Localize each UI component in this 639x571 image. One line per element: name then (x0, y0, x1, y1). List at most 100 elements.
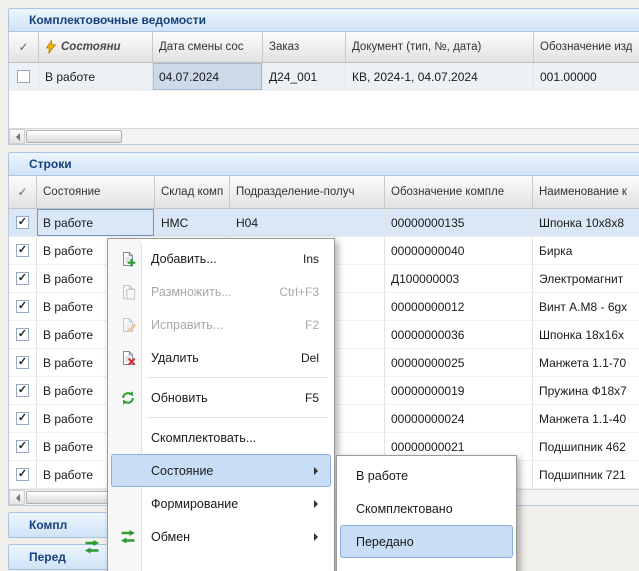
column-header-doc[interactable]: Документ (тип, №, дата) (346, 32, 534, 62)
menu-item-add[interactable]: Добавить...Ins (111, 242, 331, 275)
table-row[interactable]: В работе04.07.2024Д24_001КВ, 2024-1, 04.… (9, 63, 639, 91)
cell-code[interactable]: 00000000040 (385, 237, 533, 264)
submenu-arrow-icon (314, 533, 322, 541)
cell-check (9, 349, 37, 376)
column-header-name[interactable]: Наименование к (533, 176, 639, 208)
panel-komplekt-title: Компл (29, 518, 67, 532)
cell-check (9, 405, 37, 432)
cell-order[interactable]: Д24_001 (263, 63, 346, 90)
cell-code[interactable]: 00000000019 (385, 377, 533, 404)
cell-state[interactable]: В работе (37, 209, 155, 236)
menu-item-label: Размножить... (151, 285, 232, 299)
pick-lists-title: Комплектовочные ведомости (29, 13, 206, 27)
row-checkbox[interactable] (16, 412, 29, 425)
row-checkbox[interactable] (16, 468, 29, 481)
cell-check (9, 321, 37, 348)
exchange-icon (84, 539, 100, 560)
column-header-code[interactable]: Обозначение компле (385, 176, 533, 208)
menu-item-edit[interactable]: Исправить...F2 (111, 308, 331, 341)
cell-name[interactable]: Электромагнит (533, 265, 639, 292)
column-header-label: ✓ (17, 185, 27, 199)
column-header-date[interactable]: Дата смены сос (153, 32, 263, 62)
column-header-check[interactable]: ✓ (9, 32, 39, 62)
cell-wh[interactable]: НМС (155, 209, 230, 236)
pick-lists-grid-body[interactable]: В работе04.07.2024Д24_001КВ, 2024-1, 04.… (9, 63, 639, 128)
cell-code[interactable]: 00000000024 (385, 405, 533, 432)
cell-check (9, 433, 37, 460)
pick-lists-panel-header[interactable]: Комплектовочные ведомости (8, 8, 639, 32)
menu-item-state[interactable]: Состояние (111, 454, 331, 487)
menu-item-shortcut: Del (287, 351, 319, 365)
menu-item-exchange[interactable]: Обмен (111, 520, 331, 553)
row-checkbox[interactable] (16, 300, 29, 313)
menu-item-label: Скомплектовано (356, 502, 453, 516)
cell-name[interactable]: Манжета 1.1-40 (533, 405, 639, 432)
cell-name[interactable]: Шпонка 10х8х8 (533, 209, 639, 236)
cell-code[interactable]: 00000000012 (385, 293, 533, 320)
cell-prod[interactable]: 001.00000 (534, 63, 639, 90)
cell-name[interactable]: Бирка (533, 237, 639, 264)
menu-item-duplicate[interactable]: Размножить... Ctrl+F3 (111, 275, 331, 308)
menu-item-formation[interactable]: Формирование (111, 487, 331, 520)
cell-doc[interactable]: КВ, 2024-1, 04.07.2024 (346, 63, 534, 90)
cell-name[interactable]: Манжета 1.1-70 (533, 349, 639, 376)
table-row[interactable]: В работеНМСН0400000000135Шпонка 10х8х8 (9, 209, 639, 237)
cell-name[interactable]: Подшипник 721 (533, 461, 639, 488)
menu-item-delete[interactable]: УдалитьDel (111, 341, 331, 374)
refresh-icon (119, 389, 137, 407)
cell-code[interactable]: 00000000036 (385, 321, 533, 348)
panel-pick-lists: Комплектовочные ведомости ✓Состояни Дата … (8, 8, 639, 145)
submenu-arrow-icon (314, 467, 322, 475)
lines-panel-header[interactable]: Строки (8, 152, 639, 176)
row-checkbox[interactable] (16, 272, 29, 285)
column-header-prod[interactable]: Обозначение изд (534, 32, 639, 62)
duplicate-document-icon (119, 283, 137, 301)
column-header-state[interactable]: Состояни (39, 32, 153, 62)
cell-code[interactable]: Д100000003 (385, 265, 533, 292)
column-header-check[interactable]: ✓ (9, 176, 37, 208)
app-window: Комплектовочные ведомости ✓СостояниДата … (0, 0, 639, 571)
row-checkbox[interactable] (16, 328, 29, 341)
menu-item-label: Формирование (151, 497, 238, 511)
cell-name[interactable]: Подшипник 462 (533, 433, 639, 460)
cell-code[interactable]: 00000000135 (385, 209, 533, 236)
pick-lists-hscrollbar[interactable] (9, 128, 639, 144)
submenu-item-assembled[interactable]: Скомплектовано (340, 492, 513, 525)
submenu-item-in-progress[interactable]: В работе (340, 459, 513, 492)
scroll-thumb[interactable] (26, 130, 122, 143)
row-checkbox[interactable] (16, 384, 29, 397)
row-checkbox[interactable] (16, 244, 29, 257)
row-checkbox[interactable] (17, 70, 30, 83)
cell-name[interactable]: Винт А.М8 - 6gх (533, 293, 639, 320)
menu-separator (147, 374, 331, 381)
scroll-left-button[interactable] (9, 490, 25, 505)
cell-state[interactable]: В работе (39, 63, 153, 90)
cell-check (9, 377, 37, 404)
menu-item-assemble[interactable]: Скомплектовать... (111, 421, 331, 454)
row-checkbox[interactable] (16, 356, 29, 369)
cell-dept[interactable]: Н04 (230, 209, 385, 236)
cell-check (9, 293, 37, 320)
menu-item-shortcut: Ctrl+F3 (265, 285, 319, 299)
row-checkbox[interactable] (16, 216, 29, 229)
column-header-dept[interactable]: Подразделение-получ (230, 176, 385, 208)
column-header-state[interactable]: Состояние (37, 176, 155, 208)
edit-document-icon (119, 316, 137, 334)
scroll-left-button[interactable] (9, 129, 25, 144)
column-header-label: Дата смены сос (159, 41, 244, 53)
column-header-wh[interactable]: Склад комп. (155, 176, 230, 208)
cell-name[interactable]: Пружина Ф18х7 (533, 377, 639, 404)
cell-name[interactable]: Шпонка 18х16х (533, 321, 639, 348)
column-header-order[interactable]: Заказ (263, 32, 346, 62)
lines-title: Строки (29, 157, 72, 171)
scroll-track[interactable] (25, 129, 639, 144)
submenu-item-transferred[interactable]: Передано (340, 525, 513, 558)
cell-code[interactable]: 00000000025 (385, 349, 533, 376)
menu-item-refresh[interactable]: ОбновитьF5 (111, 381, 331, 414)
row-checkbox[interactable] (16, 440, 29, 453)
pick-lists-grid-header: ✓Состояни Дата смены сос ЗаказДокумент (ти… (9, 32, 639, 63)
cell-date[interactable]: 04.07.2024 (153, 63, 263, 90)
submenu-arrow-icon (314, 500, 322, 508)
menu-item-shortcut: F2 (291, 318, 319, 332)
add-document-icon (119, 250, 137, 268)
